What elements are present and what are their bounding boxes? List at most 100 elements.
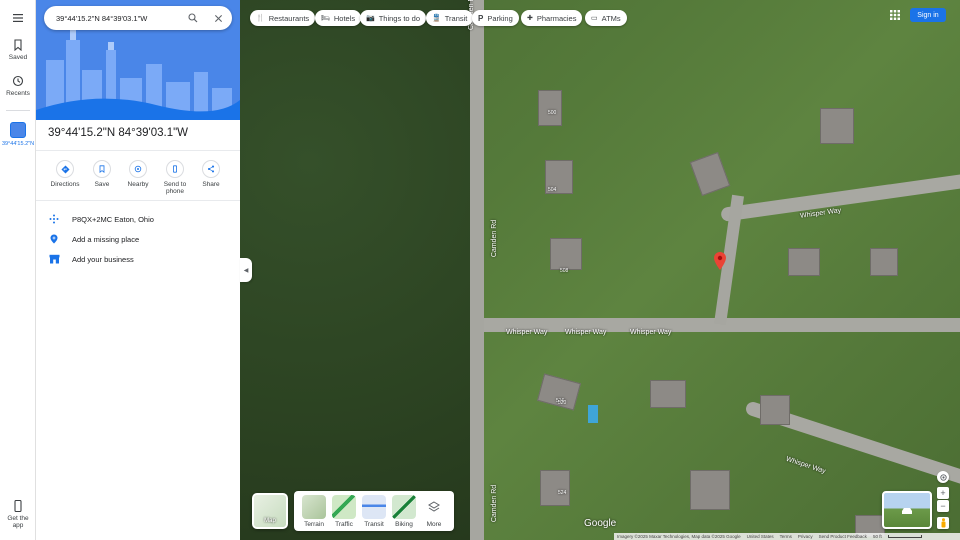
share-button[interactable]: Share	[193, 160, 229, 188]
apps-icon[interactable]	[889, 9, 901, 21]
directions-button[interactable]: Directions	[47, 160, 83, 188]
house-number: 520	[558, 400, 567, 406]
chip-parking-label: Parking	[487, 13, 513, 23]
house	[540, 470, 570, 506]
biking-thumb	[392, 495, 416, 519]
phone-icon	[14, 500, 22, 512]
country-link[interactable]: United States	[747, 534, 774, 539]
chip-hotels[interactable]: 🛏 Hotels	[315, 10, 362, 26]
search-box[interactable]	[44, 6, 232, 30]
chip-transit-label: Transit	[444, 13, 468, 23]
recent-place-button[interactable]: 39°44'15.2"N	[0, 122, 36, 147]
share-label: Share	[202, 181, 220, 188]
road-label-camden: Camden Rd	[491, 484, 499, 523]
car-icon	[902, 508, 912, 514]
scale-bar	[887, 535, 922, 538]
saved-label: Saved	[8, 54, 28, 61]
map-canvas[interactable]: Camden Rd Camden Rd Camden Rd Whisper Wa…	[240, 0, 960, 540]
layer-traffic[interactable]: Traffic	[331, 495, 357, 528]
plus-code-icon	[48, 214, 60, 224]
layer-terrain[interactable]: Terrain	[301, 495, 327, 528]
hotel-icon: 🛏	[321, 15, 330, 22]
get-app-label: Get the app	[7, 515, 29, 529]
chevron-left-icon: ◀	[243, 267, 249, 274]
add-business-row[interactable]: Add your business	[48, 251, 134, 267]
save-label: Save	[94, 181, 110, 188]
street-view-preview[interactable]	[882, 491, 932, 529]
layer-biking[interactable]: Biking	[391, 495, 417, 528]
chip-pharmacies-label: Pharmacies	[536, 13, 577, 23]
more-thumb	[422, 495, 446, 519]
feedback-link[interactable]: Send Product Feedback	[819, 534, 867, 539]
send-to-phone-label: Send to phone	[163, 181, 187, 195]
scale-label[interactable]: 50 ft	[873, 534, 882, 539]
camden-road	[470, 0, 484, 540]
side-panel: 39°44'15.2"N 84°39'03.1"W Directions Sav…	[36, 0, 240, 540]
layer-more[interactable]: More	[421, 495, 447, 528]
house	[760, 395, 790, 425]
chip-parking[interactable]: P Parking	[472, 10, 519, 26]
privacy-link[interactable]: Privacy	[798, 534, 813, 539]
zoom-in-button[interactable]: +	[937, 487, 949, 499]
pool	[588, 405, 598, 423]
plus-code-row[interactable]: P8QX+2MC Eaton, Ohio	[48, 211, 154, 227]
house	[690, 470, 730, 510]
pharmacy-icon: ✚	[527, 15, 533, 22]
send-to-phone-button[interactable]: Send to phone	[157, 160, 193, 195]
chip-transit[interactable]: 🚆 Transit	[426, 10, 474, 26]
save-icon	[99, 165, 105, 173]
menu-icon	[13, 14, 23, 22]
layer-biking-label: Biking	[395, 521, 413, 528]
zoom-out-button[interactable]: −	[937, 500, 949, 512]
menu-button[interactable]	[0, 12, 36, 27]
directions-circle	[56, 160, 74, 178]
add-missing-place-row[interactable]: Add a missing place	[48, 231, 139, 247]
house	[689, 151, 731, 197]
layer-transit[interactable]: Transit	[361, 495, 387, 528]
chip-atms-label: ATMs	[601, 13, 621, 23]
parking-icon: P	[478, 13, 484, 23]
house-number: 500	[548, 110, 557, 116]
add-business-text: Add your business	[72, 254, 134, 264]
house	[538, 90, 562, 126]
add-missing-place-text: Add a missing place	[72, 234, 140, 244]
layers-icon	[428, 501, 440, 512]
woods-area	[240, 0, 470, 540]
layer-toggle-button[interactable]: Map	[252, 493, 288, 529]
house	[870, 248, 898, 276]
get-app-button[interactable]: Get the app	[0, 500, 36, 529]
road-label-camden: Camden Rd	[491, 219, 499, 258]
terms-link[interactable]: Terms	[780, 534, 792, 539]
add-place-icon	[48, 234, 60, 244]
nearby-button[interactable]: Nearby	[120, 160, 156, 188]
minus-icon: −	[940, 501, 946, 511]
pegman-button[interactable]	[937, 517, 949, 529]
map-footer: Imagery ©2025 Maxar Technologies, Map da…	[614, 533, 960, 540]
save-button[interactable]: Save	[84, 160, 120, 188]
layer-more-label: More	[426, 521, 442, 528]
plus-code-text: P8QX+2MC Eaton, Ohio	[72, 214, 154, 224]
chip-things-to-do[interactable]: 📷 Things to do	[360, 10, 426, 26]
transit-thumb	[362, 495, 386, 519]
atm-icon: ▭	[591, 15, 598, 22]
restaurant-icon: 🍴	[256, 15, 265, 22]
close-icon[interactable]	[214, 14, 223, 23]
divider	[36, 200, 240, 201]
road-label-whisper: Whisper Way	[506, 329, 548, 336]
directions-label: Directions	[50, 181, 80, 188]
location-pin-icon[interactable]	[714, 252, 726, 270]
recents-button[interactable]: Recents	[0, 75, 36, 97]
road-label-whisper: Whisper Way	[784, 455, 827, 476]
sign-in-button[interactable]: Sign in	[910, 8, 946, 22]
chip-restaurants[interactable]: 🍴 Restaurants	[250, 10, 316, 26]
recent-place-label: 39°44'15.2"N	[1, 141, 35, 147]
chip-things-to-do-label: Things to do	[378, 13, 420, 23]
my-location-button[interactable]	[937, 471, 949, 483]
chip-atms[interactable]: ▭ ATMs	[585, 10, 627, 26]
chip-pharmacies[interactable]: ✚ Pharmacies	[521, 10, 583, 26]
collapse-panel-button[interactable]: ◀	[240, 258, 252, 282]
search-icon[interactable]	[188, 13, 198, 23]
saved-button[interactable]: Saved	[0, 39, 36, 61]
search-input[interactable]	[56, 13, 176, 23]
house	[820, 108, 854, 144]
